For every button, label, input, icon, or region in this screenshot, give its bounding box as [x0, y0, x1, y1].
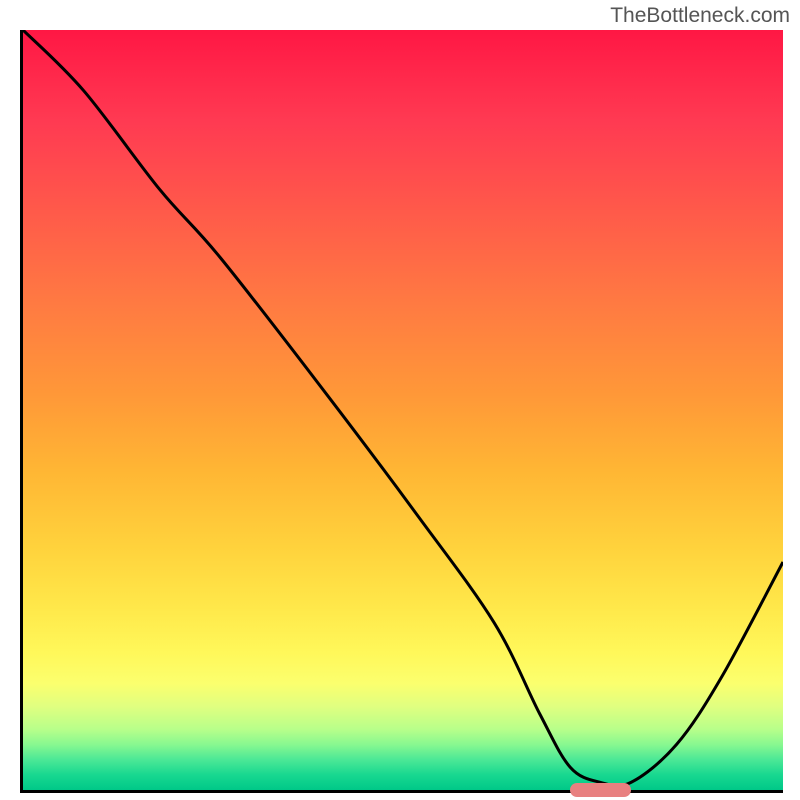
- plot-area: [20, 30, 783, 793]
- curve-svg: [23, 30, 783, 790]
- watermark-text: TheBottleneck.com: [610, 4, 790, 28]
- optimal-marker: [570, 783, 631, 797]
- chart-container: TheBottleneck.com: [0, 0, 800, 800]
- bottleneck-curve: [23, 30, 783, 786]
